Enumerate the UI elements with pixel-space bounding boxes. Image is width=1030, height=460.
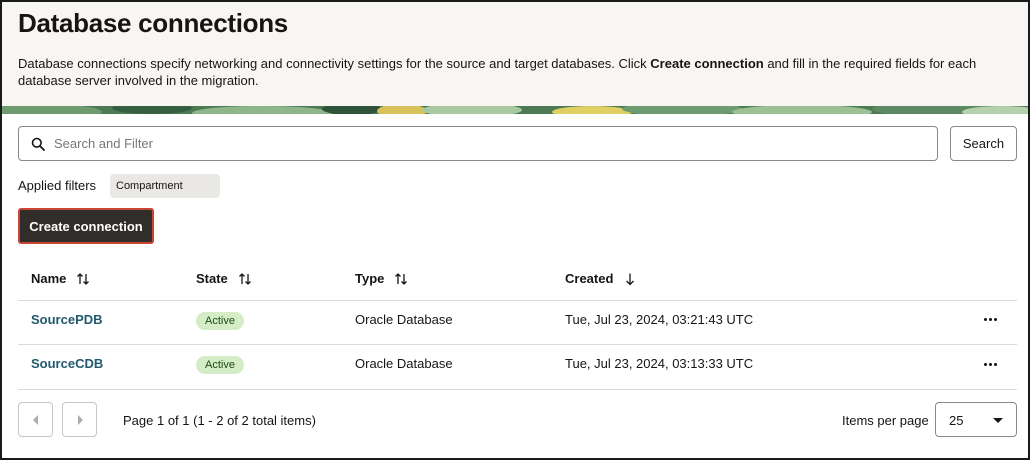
sort-both-icon: [395, 272, 408, 285]
column-header-created[interactable]: Created: [565, 271, 637, 286]
sort-descending-icon: [626, 273, 635, 285]
sort-both-icon: [238, 272, 251, 285]
table-divider: [18, 389, 1017, 390]
column-header-type[interactable]: Type: [355, 271, 408, 286]
status-badge: Active: [196, 356, 244, 374]
search-icon: [31, 137, 45, 151]
page-title: Database connections: [18, 8, 288, 38]
status-badge: Active: [196, 312, 244, 330]
table-divider: [18, 300, 1017, 301]
page-header: Database connections Database connection…: [2, 2, 1028, 106]
create-connection-button[interactable]: Create connection: [18, 208, 154, 244]
page-description: Database connections specify networking …: [18, 55, 1018, 89]
column-label-state: State: [196, 271, 228, 286]
chevron-right-icon: [77, 414, 83, 425]
sort-both-icon: [77, 272, 90, 285]
connection-name-link[interactable]: SourceCDB: [31, 356, 103, 371]
search-input[interactable]: [54, 128, 924, 159]
search-button[interactable]: Search: [950, 126, 1017, 161]
search-field[interactable]: [18, 126, 938, 161]
connection-type: Oracle Database: [355, 312, 453, 327]
connection-name-link[interactable]: SourcePDB: [31, 312, 103, 327]
created-timestamp: Tue, Jul 23, 2024, 03:21:43 UTC: [565, 312, 754, 327]
column-label-type: Type: [355, 271, 385, 286]
items-per-page-select[interactable]: 25: [935, 402, 1017, 437]
decorative-banner: [2, 106, 1028, 114]
next-page-button[interactable]: [62, 402, 97, 437]
column-header-state[interactable]: State: [196, 271, 252, 286]
table-divider: [18, 344, 1017, 345]
column-header-name[interactable]: Name: [31, 271, 90, 286]
chevron-left-icon: [32, 414, 38, 425]
caret-down-icon: [993, 418, 1003, 423]
filter-chip-compartment[interactable]: Compartment: [110, 174, 220, 198]
items-per-page-label: Items per page: [842, 413, 929, 428]
pagination-info: Page 1 of 1 (1 - 2 of 2 total items): [123, 413, 316, 428]
column-label-name: Name: [31, 271, 67, 286]
applied-filters-label: Applied filters: [18, 178, 97, 193]
description-text-start: Database connections specify networking …: [18, 56, 651, 71]
connection-type: Oracle Database: [355, 356, 453, 371]
created-timestamp: Tue, Jul 23, 2024, 03:13:33 UTC: [565, 356, 754, 371]
description-create-connection-emphasis: Create connection: [650, 56, 764, 71]
row-actions-more-icon[interactable]: [980, 357, 1000, 371]
column-label-created: Created: [565, 271, 614, 286]
previous-page-button[interactable]: [18, 402, 53, 437]
items-per-page-value: 25: [949, 413, 964, 428]
row-actions-more-icon[interactable]: [980, 312, 1000, 326]
